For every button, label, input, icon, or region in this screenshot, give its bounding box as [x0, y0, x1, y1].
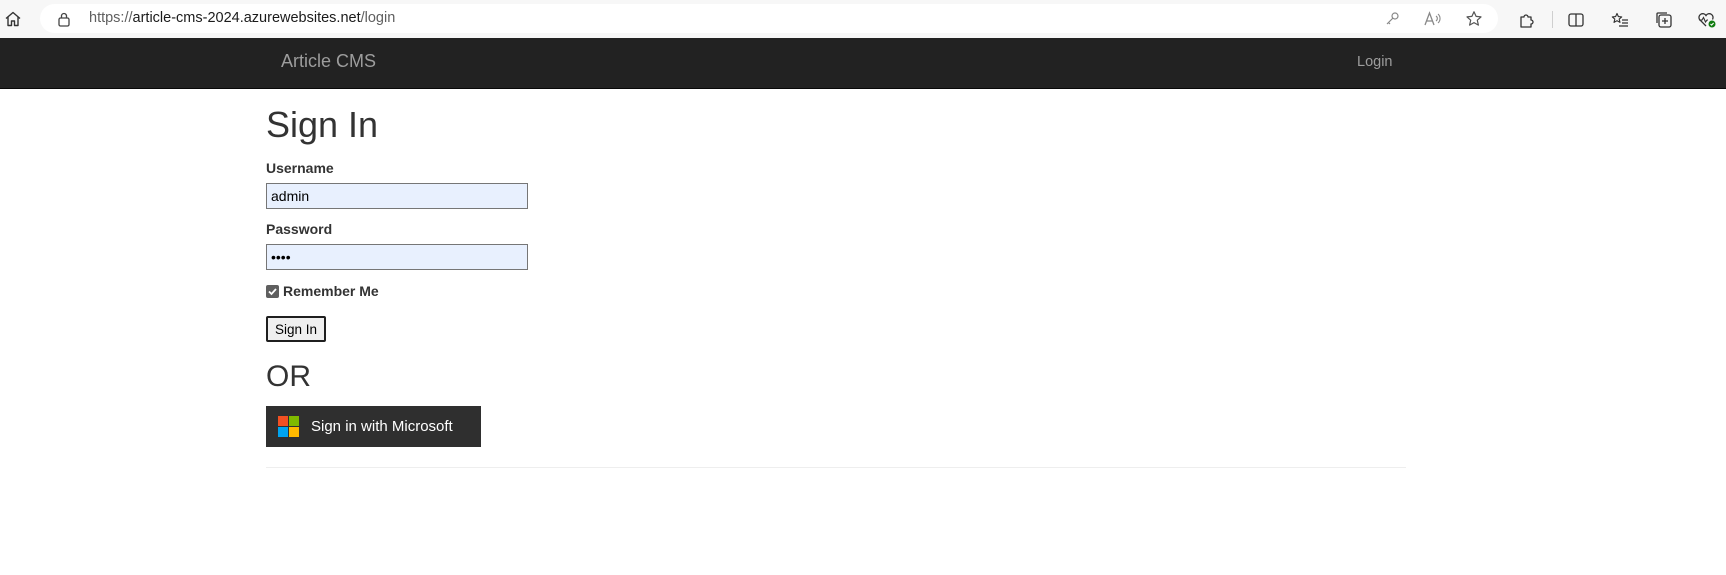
url-text[interactable]: https://article-cms-2024.azurewebsites.n…	[89, 10, 395, 26]
url-path: /login	[360, 10, 396, 26]
sign-in-button[interactable]: Sign In	[266, 316, 327, 342]
sign-in-with-microsoft-button[interactable]: Sign in with Microsoft	[266, 406, 481, 447]
site-navbar: Article CMS Login	[0, 38, 1726, 89]
star-icon[interactable]	[1464, 9, 1484, 29]
footer-divider	[266, 467, 1406, 468]
nav-login-link[interactable]: Login	[1357, 54, 1392, 70]
remember-me-label[interactable]: Remember Me	[283, 283, 379, 299]
microsoft-logo-icon	[278, 416, 299, 437]
brand-link[interactable]: Article CMS	[281, 51, 376, 72]
remember-me-row: Remember Me	[266, 283, 379, 299]
username-input[interactable]	[266, 183, 528, 209]
page-title: Sign In	[266, 104, 379, 145]
toolbar-separator	[1552, 11, 1553, 28]
puzzle-icon[interactable]	[1516, 9, 1538, 31]
remember-me-checkbox[interactable]	[266, 284, 279, 298]
username-label: Username	[266, 160, 334, 176]
split-screen-icon[interactable]	[1565, 9, 1587, 31]
lock-icon[interactable]	[56, 11, 72, 27]
key-icon[interactable]	[1382, 9, 1402, 29]
url-prefix: https://	[89, 10, 133, 26]
url-host: article-cms-2024.azurewebsites.net	[132, 10, 361, 26]
password-input[interactable]	[266, 244, 528, 270]
browser-toolbar: https://article-cms-2024.azurewebsites.n…	[0, 0, 1726, 38]
collections-icon[interactable]	[1653, 9, 1675, 31]
microsoft-button-label: Sign in with Microsoft	[311, 418, 453, 435]
favorites-list-icon[interactable]	[1609, 9, 1631, 31]
read-aloud-icon[interactable]	[1423, 9, 1443, 29]
heart-pulse-icon[interactable]	[1696, 9, 1718, 31]
password-label: Password	[266, 221, 333, 237]
home-icon[interactable]	[2, 8, 24, 30]
address-bar[interactable]: https://article-cms-2024.azurewebsites.n…	[40, 4, 1498, 33]
or-heading: OR	[266, 360, 311, 393]
